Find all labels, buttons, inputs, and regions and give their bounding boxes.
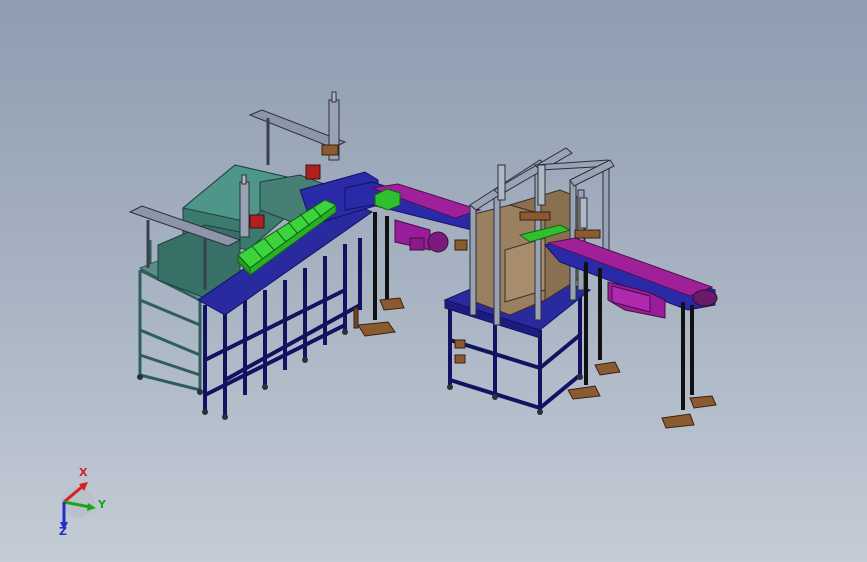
right-feet [447, 374, 583, 415]
triad-z-label: Z [59, 525, 67, 538]
triad-x-label: X [79, 466, 88, 479]
cad-viewport[interactable]: X Y Z [0, 0, 867, 562]
center-motor [394, 219, 449, 253]
orientation-triad[interactable]: X Y Z [48, 462, 118, 538]
assembly-model[interactable] [0, 0, 867, 562]
right-conveyor-end-roller [692, 289, 718, 307]
triad-y-label: Y [98, 498, 106, 511]
